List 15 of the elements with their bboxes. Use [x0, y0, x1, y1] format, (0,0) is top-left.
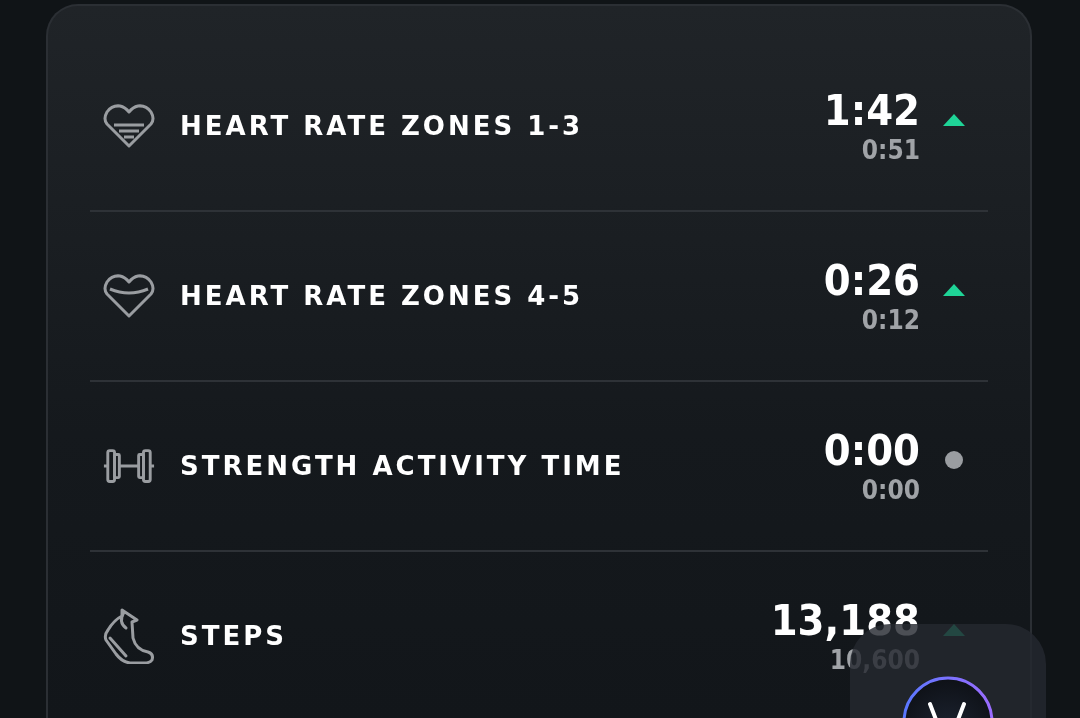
metric-label: STRENGTH ACTIVITY TIME: [180, 451, 626, 481]
metric-label: HEART RATE ZONES 4-5: [180, 281, 585, 311]
metric-value: 0:26: [823, 256, 920, 304]
heart-icon: [102, 273, 156, 319]
baseline-value: 0:51: [861, 134, 920, 166]
metric-value: 13,188: [770, 596, 920, 644]
baseline-value: 0:12: [861, 304, 920, 336]
metric-value: 1:42: [823, 86, 920, 134]
metric-label: STEPS: [180, 621, 288, 651]
shoe-icon: [102, 608, 156, 664]
metric-label: HEART RATE ZONES 1-3: [180, 111, 585, 141]
baseline-value: 0:00: [861, 474, 920, 506]
dumbbell-icon: [102, 448, 156, 484]
heart-icon: [102, 103, 156, 149]
metric-value: 0:00: [823, 426, 920, 474]
